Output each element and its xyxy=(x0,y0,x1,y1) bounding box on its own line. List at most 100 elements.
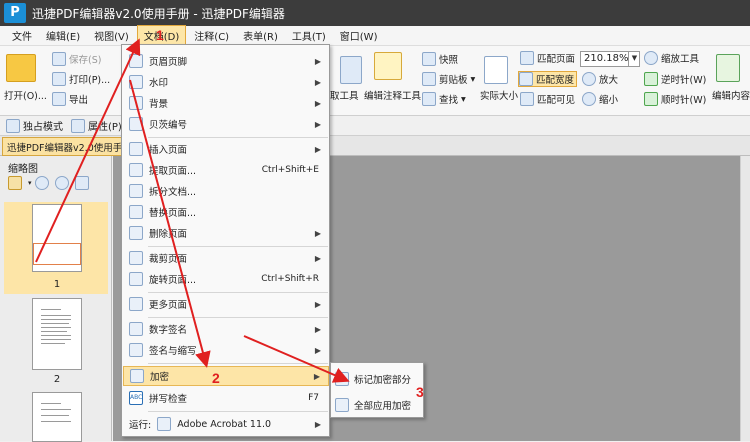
edit-content-icon[interactable] xyxy=(716,54,743,82)
clipboard-button[interactable]: 剪贴板 ▾ xyxy=(422,72,475,86)
snapshot-button[interactable]: 快照 xyxy=(422,52,458,66)
fit-width-button[interactable]: 匹配宽度 xyxy=(518,71,578,87)
zoom-tool-label: 缩放工具 xyxy=(661,54,700,65)
submenu-arrow-icon: ▶ xyxy=(314,299,321,309)
item-label: 全部应用加密 xyxy=(354,401,412,412)
chevron-down-icon[interactable]: ▾ xyxy=(28,179,32,187)
camera-icon xyxy=(422,52,436,66)
save-button[interactable]: 保存(S) xyxy=(52,52,101,66)
app-logo: P xyxy=(4,3,26,23)
page-thumbnail-2[interactable] xyxy=(32,298,82,370)
edit-annot-label[interactable]: 编辑注释工具 xyxy=(364,88,421,102)
edit-annot-icon[interactable] xyxy=(374,52,405,80)
select-tool-icon[interactable] xyxy=(340,56,365,84)
rotate-cw-button[interactable]: 顺时针(W) xyxy=(644,92,706,106)
edit-content-label[interactable]: 编辑内容 xyxy=(712,88,750,102)
menu-digital-signature[interactable]: 数字签名 ▶ xyxy=(123,319,329,339)
menu-background[interactable]: 背景 ▶ xyxy=(123,93,329,113)
save-label: 保存(S) xyxy=(69,55,102,66)
menu-rotate-pages[interactable]: 旋转页面... Ctrl+Shift+R xyxy=(123,269,329,289)
menu-form[interactable]: 表单(R) xyxy=(237,26,284,45)
item-label: 替换页面... xyxy=(149,208,197,219)
submenu-arrow-icon: ▶ xyxy=(314,119,321,129)
menu-replace-pages[interactable]: 替换页面... xyxy=(123,202,329,222)
edit-content-glyph-icon xyxy=(716,54,740,82)
sidebar-title: 缩略图 xyxy=(8,164,38,175)
menu-sign-initials[interactable]: 签名与缩写 ▶ xyxy=(123,340,329,360)
item-label: 删除页面 xyxy=(149,229,188,240)
zoom-in-button[interactable]: 放大 xyxy=(582,72,618,86)
submenu-arrow-icon: ▶ xyxy=(314,144,321,154)
rotate-ccw-button[interactable]: 逆时针(W) xyxy=(644,72,706,86)
menu-tools[interactable]: 工具(T) xyxy=(286,26,332,45)
vertical-scrollbar[interactable] xyxy=(740,156,750,441)
shortcut-label: Ctrl+Shift+R xyxy=(261,274,319,284)
actual-size-icon[interactable] xyxy=(484,56,511,84)
insert-page-icon xyxy=(129,142,143,156)
export-button[interactable]: 导出 xyxy=(52,92,88,106)
rotate-thumb-icon[interactable] xyxy=(74,176,89,190)
print-button[interactable]: 打印(P)... xyxy=(52,72,110,86)
delete-page-icon xyxy=(129,226,143,240)
menu-spell-check[interactable]: ABC 拼写检查 F7 xyxy=(123,388,329,408)
rotate-cw-icon xyxy=(644,92,658,106)
menu-insert-page[interactable]: 插入页面 ▶ xyxy=(123,139,329,159)
zoom-out-thumb-icon[interactable] xyxy=(54,176,69,190)
fit-visible-icon xyxy=(520,92,534,106)
item-label: 插入页面 xyxy=(149,145,188,156)
zoom-out-label: 缩小 xyxy=(599,95,619,106)
zoom-in-icon xyxy=(582,72,596,86)
menu-bates-numbering[interactable]: 贝茨编号 ▶ xyxy=(123,114,329,134)
item-label: 背景 xyxy=(149,99,169,110)
menu-encrypt[interactable]: 加密 ▶ xyxy=(123,366,329,386)
open-button[interactable] xyxy=(6,54,39,82)
fit-page-button[interactable]: 匹配页面 xyxy=(520,51,575,65)
find-button[interactable]: 查找 ▾ xyxy=(422,92,466,106)
menu-separator xyxy=(148,137,328,138)
gear-icon[interactable] xyxy=(8,176,22,190)
replace-page-icon xyxy=(129,205,143,219)
menu-extract-pages[interactable]: 提取页面... Ctrl+Shift+E xyxy=(123,160,329,180)
encrypt-icon xyxy=(130,369,144,383)
menu-separator xyxy=(148,317,328,318)
properties-icon xyxy=(71,118,85,133)
hand-icon xyxy=(6,118,20,133)
apply-all-encryption[interactable]: 全部应用加密 xyxy=(335,395,423,415)
menu-edit[interactable]: 编辑(E) xyxy=(40,26,86,45)
item-label: 数字签名 xyxy=(149,325,188,336)
title-bar: P 迅捷PDF编辑器v2.0使用手册 - 迅捷PDF编辑器 xyxy=(0,0,750,26)
more-pages-icon xyxy=(129,297,143,311)
mark-encrypt-section[interactable]: 标记加密部分 xyxy=(335,369,423,389)
menu-crop-pages[interactable]: 裁剪页面 ▶ xyxy=(123,248,329,268)
zoom-dropdown-icon[interactable]: ▼ xyxy=(628,51,640,67)
menu-run-acrobat[interactable]: 运行: Adobe Acrobat 11.0 ▶ xyxy=(123,414,329,434)
window-title: 迅捷PDF编辑器v2.0使用手册 - 迅捷PDF编辑器 xyxy=(32,6,285,21)
zoom-tool-button[interactable]: 缩放工具 xyxy=(644,51,699,65)
fit-visible-button[interactable]: 匹配可见 xyxy=(520,92,575,106)
acrobat-label: Adobe Acrobat 11.0 xyxy=(177,418,272,430)
menu-watermark[interactable]: 水印 ▶ xyxy=(123,72,329,92)
actual-size-label[interactable]: 实际大小 xyxy=(480,88,518,102)
item-label: 页眉页脚 xyxy=(149,57,188,68)
menu-separator xyxy=(148,246,328,247)
submenu-arrow-icon: ▶ xyxy=(314,228,321,238)
page-thumbnail-1[interactable] xyxy=(32,204,82,272)
folder-icon xyxy=(6,54,36,82)
bates-icon xyxy=(129,117,143,131)
exclusive-mode-button[interactable]: 独占模式 xyxy=(23,118,63,133)
step-number-3: 3 xyxy=(416,384,424,400)
menu-view[interactable]: 视图(V) xyxy=(88,26,135,45)
menu-window[interactable]: 窗口(W) xyxy=(334,26,384,45)
shortcut-label: F7 xyxy=(308,393,319,403)
submenu-arrow-icon: ▶ xyxy=(313,371,320,381)
page-thumbnail-3[interactable] xyxy=(32,392,82,442)
menu-split-document[interactable]: 拆分文档... xyxy=(123,181,329,201)
extract-tool-label[interactable]: 取工具 xyxy=(330,88,359,102)
menu-file[interactable]: 文件 xyxy=(6,26,38,45)
menu-header-footer[interactable]: 页眉页脚 ▶ xyxy=(123,51,329,71)
menu-more-pages[interactable]: 更多页面 ▶ xyxy=(123,294,329,314)
zoom-in-thumb-icon[interactable] xyxy=(34,176,49,190)
zoom-out-button[interactable]: 缩小 xyxy=(582,92,618,106)
menu-comment[interactable]: 注释(C) xyxy=(188,26,235,45)
menu-delete-pages[interactable]: 删除页面 ▶ xyxy=(123,223,329,243)
